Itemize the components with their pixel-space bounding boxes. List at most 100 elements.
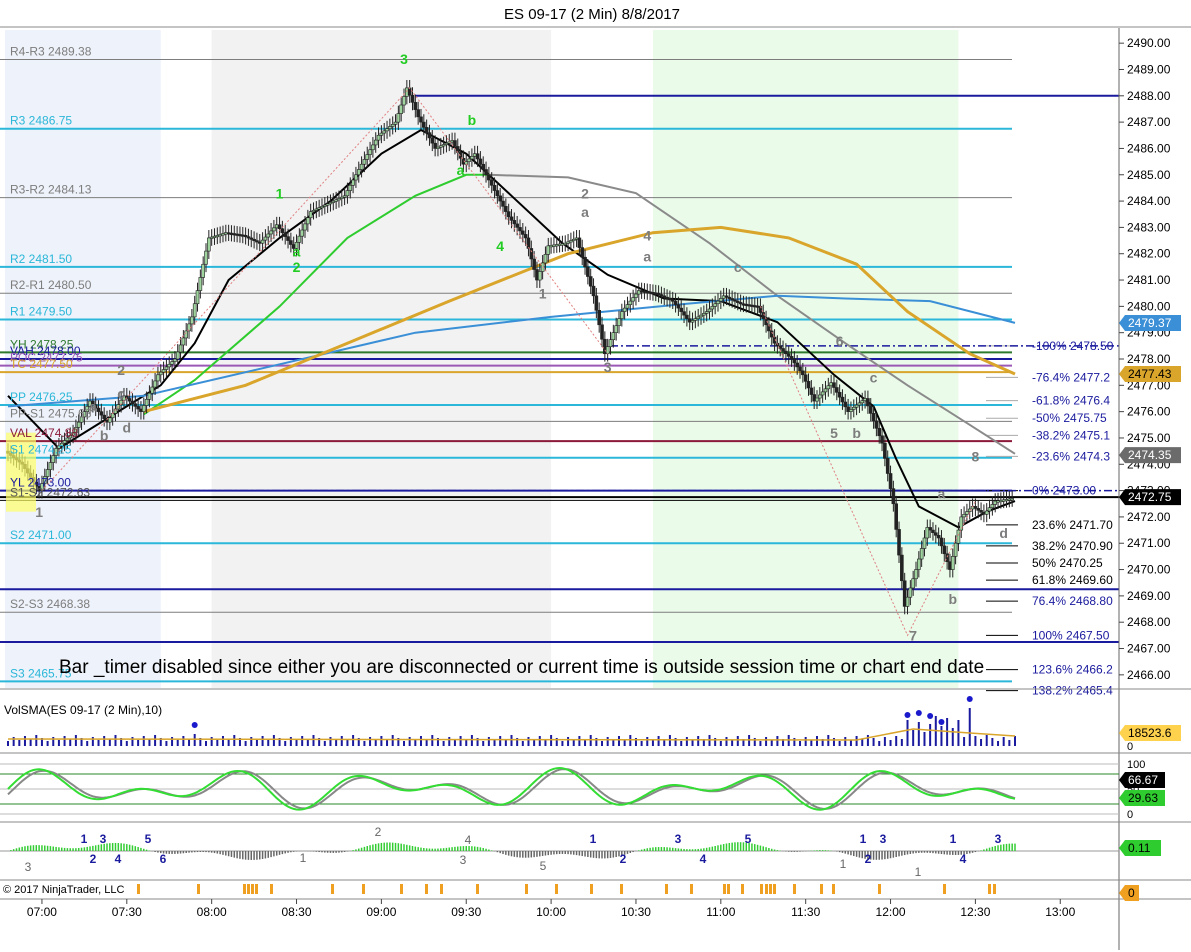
candle-body: [931, 529, 935, 534]
candle-body: [453, 140, 457, 147]
volume-bar: [657, 736, 660, 746]
volume-bar: [651, 740, 654, 746]
candle-body: [345, 190, 350, 197]
stoch-badge-label: 29.63: [1128, 791, 1158, 805]
price-tick-label: 2484.00: [1127, 194, 1171, 208]
volume-bar: [23, 736, 26, 746]
time-tick-label: 07:00: [27, 905, 57, 919]
candle-body: [880, 435, 884, 444]
wave-count-label: 4: [115, 852, 122, 866]
volume-bar: [210, 737, 213, 746]
volume-bar: [103, 736, 106, 746]
candle-body: [487, 174, 491, 181]
candle-body: [501, 200, 505, 207]
candle-body: [919, 548, 924, 560]
wave-label: b: [468, 112, 477, 128]
pivot-label: R3-R2 2484.13: [10, 183, 92, 197]
volume-bar: [815, 736, 818, 746]
pivot-label: TC 2477.50: [10, 357, 73, 371]
volume-bar: [991, 738, 994, 746]
candle-body: [843, 401, 848, 408]
price-tick-label: 2466.00: [1127, 668, 1171, 682]
fib-level-label: 23.6% 2471.70: [1032, 518, 1113, 532]
marker-tick: [270, 884, 273, 894]
volume-bar: [69, 739, 72, 746]
candle-body: [803, 374, 808, 382]
candle-body: [422, 121, 426, 128]
wave-label: 4: [496, 238, 504, 254]
fib-level-label: 100% 2467.50: [1032, 628, 1110, 642]
candle-body: [368, 149, 372, 155]
pivot-label: S2-S3 2468.38: [10, 597, 90, 611]
volume-bar: [312, 735, 315, 746]
candle-body: [928, 527, 932, 531]
candle-body: [716, 300, 720, 305]
wave-oscillator-panel[interactable]: 1 3 5 1 3 5 1 3 1 32 4 6 2 4 2 4312345 110.11: [0, 825, 1161, 879]
candle-body: [156, 374, 160, 382]
volume-bar: [861, 739, 864, 746]
time-tick-label: 07:30: [112, 905, 142, 919]
volume-bar: [363, 741, 366, 746]
marker-tick: [690, 884, 693, 894]
volume-bar: [352, 735, 355, 746]
candle-body: [351, 179, 355, 186]
candle-body: [130, 400, 135, 405]
candle-body: [164, 366, 169, 370]
candle-body: [795, 362, 799, 368]
candle-body: [888, 473, 893, 489]
marker-tick: [362, 884, 365, 894]
time-tick-label: 10:00: [536, 905, 566, 919]
candle-body: [577, 237, 582, 248]
candle-body: [419, 116, 423, 123]
wave-label: 1: [276, 185, 284, 201]
volume-bar: [380, 736, 383, 746]
bar-timer-notice: Bar _timer disabled since either you are…: [59, 657, 984, 678]
candle-body: [201, 263, 205, 278]
candle-body: [297, 235, 302, 243]
marker-panel[interactable]: 0: [137, 884, 1139, 901]
candle-body: [826, 385, 831, 390]
price-tick-label: 2472.00: [1127, 510, 1171, 524]
stochastics-panel[interactable]: 10050066.6729.63: [0, 759, 1165, 821]
fib-level-label: 138.2% 2465.4: [1032, 684, 1113, 698]
marker-tick: [197, 884, 200, 894]
candle-body: [365, 154, 370, 160]
volume-bar: [323, 741, 326, 746]
candle-body: [851, 406, 856, 410]
marker-tick: [255, 884, 258, 894]
candle-body: [860, 400, 865, 404]
candle-body: [99, 411, 104, 416]
marker-tick: [723, 884, 726, 894]
volume-bar: [29, 739, 32, 746]
price-tick-label: 2486.00: [1127, 141, 1171, 155]
volume-bar: [335, 740, 338, 746]
volume-bar: [640, 741, 643, 746]
volume-bar: [470, 735, 473, 746]
wave-count-label: 5: [745, 832, 752, 846]
fib-level-label: 61.8% 2469.60: [1032, 573, 1113, 587]
candle-body: [308, 211, 313, 219]
wave-count-label: 1: [915, 865, 922, 879]
candle-body: [543, 254, 548, 264]
candle-body: [600, 324, 604, 340]
wave-label: 4: [643, 228, 651, 244]
candle-body: [173, 358, 177, 362]
candle-body: [620, 311, 624, 319]
pivot-label: R3 2486.75: [10, 114, 72, 128]
volume-panel[interactable]: 18523.60: [7, 696, 1181, 753]
volume-bar: [165, 741, 168, 746]
fib-level-label: 123.6% 2466.2: [1032, 663, 1113, 677]
candle-body: [204, 250, 208, 265]
volume-bar: [685, 737, 688, 746]
chart-canvas[interactable]: ES 09-17 (2 Min) 8/8/2017 1abcd21a23ba41…: [0, 0, 1191, 952]
volume-bar: [131, 737, 134, 746]
wave-count-label: 3: [995, 832, 1002, 846]
candle-body: [376, 134, 381, 141]
candle-body: [266, 233, 271, 238]
candle-body: [815, 397, 819, 402]
wave-count-label: 2: [865, 852, 872, 866]
candle-body: [953, 542, 958, 557]
candle-body: [900, 554, 904, 582]
volume-bar: [838, 741, 841, 746]
candle-body: [359, 163, 364, 170]
